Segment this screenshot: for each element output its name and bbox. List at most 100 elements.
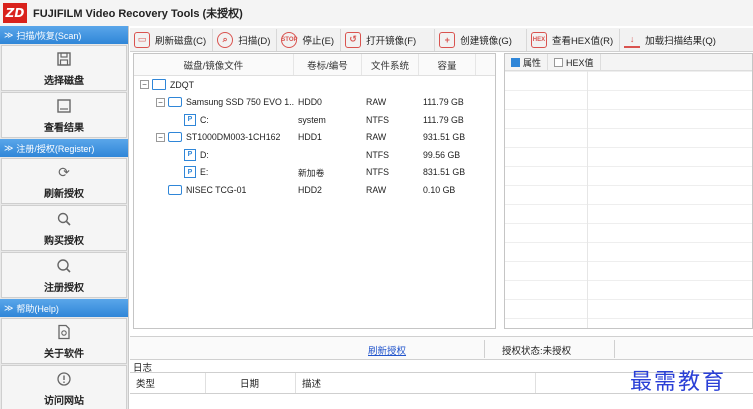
select-disk-button[interactable]: 选择磁盘 <box>1 45 127 91</box>
chevron-down-icon: ≫ <box>4 29 14 40</box>
create-image-button[interactable]: + 创建镜像(G) <box>435 28 527 51</box>
table-row[interactable]: − ZDQT <box>134 76 495 94</box>
toolbar-button-label: 加载扫描结果(Q) <box>645 35 716 47</box>
partition-icon: P <box>184 148 196 161</box>
refresh-icon: ⟳ <box>58 163 70 180</box>
open-image-icon: ↺ <box>345 31 362 48</box>
view-results-button[interactable]: 查看结果 <box>1 92 127 138</box>
row-label: 新加卷 <box>298 167 325 178</box>
title-bar: ZD FUJIFILM Video Recovery Tools (未授权) <box>0 0 753 26</box>
sidebar-item-label: 查看结果 <box>44 123 84 134</box>
row-filesystem: NTFS <box>366 167 389 178</box>
row-name: NISEC TCG-01 <box>186 184 247 195</box>
sidebar-item-label: 刷新授权 <box>44 189 84 200</box>
log-column-date[interactable]: 日期 <box>206 373 296 393</box>
properties-icon <box>511 57 520 67</box>
load-icon: ↓ <box>624 32 641 48</box>
row-filesystem: RAW <box>366 184 387 195</box>
log-table-body[interactable] <box>130 394 753 409</box>
stop-button[interactable]: STOP 停止(E) <box>277 28 342 51</box>
tab-label: 属性 <box>523 57 542 68</box>
tab-properties[interactable]: 属性 <box>505 54 549 70</box>
table-row[interactable]: − Samsung SSD 750 EVO 1... HDD0 RAW 111.7… <box>134 94 495 112</box>
results-icon <box>55 97 73 115</box>
table-row[interactable]: P C: system NTFS 111.79 GB <box>134 111 495 129</box>
create-image-icon: + <box>439 31 456 48</box>
tab-hex[interactable]: HEX值 <box>548 54 601 70</box>
watermark: 最需教育 <box>630 370 727 395</box>
register-license-button[interactable]: 注册授权 <box>1 252 127 298</box>
chevron-down-icon: ≫ <box>4 302 14 313</box>
refresh-license-link[interactable]: 刷新授权 <box>368 343 406 357</box>
save-disk-icon <box>55 50 73 68</box>
computer-icon <box>152 79 166 91</box>
row-label: HDD2 <box>298 184 322 195</box>
disk-tree-table[interactable]: 磁盘/镜像文件 卷标/编号 文件系统 容量 − ZDQT − Samsung SSD… <box>133 53 496 329</box>
sidebar-section-label: 注册/授权(Register) <box>16 143 95 154</box>
column-header-disk[interactable]: 磁盘/镜像文件 <box>134 54 294 75</box>
sidebar-section-register[interactable]: ≫ 注册/授权(Register) <box>0 139 128 157</box>
visit-website-button[interactable]: 访问网站 <box>1 365 127 409</box>
disk-icon <box>168 97 182 108</box>
partition-icon: P <box>184 166 196 179</box>
collapse-icon[interactable]: − <box>156 132 165 142</box>
column-header-label[interactable]: 卷标/编号 <box>294 54 362 75</box>
status-divider <box>484 340 485 358</box>
partition-icon: P <box>184 113 196 126</box>
window-title: FUJIFILM Video Recovery Tools (未授权) <box>33 8 243 20</box>
log-column-description[interactable]: 描述 <box>296 373 536 393</box>
sidebar-section-help[interactable]: ≫ 帮助(Help) <box>0 299 128 317</box>
hex-icon: HEX <box>530 31 547 48</box>
sidebar-item-label: 注册授权 <box>44 283 84 294</box>
search-icon <box>55 257 73 275</box>
collapse-icon[interactable]: − <box>140 80 149 90</box>
tab-label: HEX值 <box>566 57 594 68</box>
sidebar-item-label: 访问网站 <box>44 396 84 407</box>
status-divider <box>614 340 615 358</box>
row-name: ST1000DM003-1CH162 <box>186 132 281 143</box>
row-capacity: 831.51 GB <box>423 167 466 178</box>
row-name: E: <box>200 167 209 178</box>
scan-icon: ⌕ <box>217 31 234 48</box>
table-header: 磁盘/镜像文件 卷标/编号 文件系统 容量 <box>134 54 495 76</box>
disk-icon <box>168 184 182 195</box>
row-name: C: <box>200 114 209 125</box>
toolbar-button-label: 打开镜像(F) <box>366 35 417 47</box>
sidebar-item-label: 关于软件 <box>44 349 84 360</box>
row-name: Samsung SSD 750 EVO 1... <box>186 97 294 108</box>
row-name: ZDQT <box>170 79 194 90</box>
sidebar-item-label: 购买授权 <box>44 236 84 247</box>
scan-button[interactable]: ⌕ 扫描(D) <box>213 28 278 51</box>
open-image-button[interactable]: ↺ 打开镜像(F) <box>341 28 436 51</box>
sidebar-section-scan[interactable]: ≫ 扫描/恢复(Scan) <box>0 26 128 44</box>
column-header-filesystem[interactable]: 文件系统 <box>362 54 419 75</box>
table-row[interactable]: NISEC TCG-01 HDD2 RAW 0.10 GB <box>134 181 495 199</box>
properties-grid[interactable] <box>505 71 752 328</box>
sidebar-item-label: 选择磁盘 <box>44 76 84 87</box>
log-column-type[interactable]: 类型 <box>130 373 206 393</box>
app-logo: ZD <box>3 3 27 23</box>
row-label: HDD0 <box>298 97 322 108</box>
stop-icon: STOP <box>281 31 298 48</box>
toolbar-button-label: 刷新磁盘(C) <box>155 35 207 47</box>
view-hex-button[interactable]: HEX 查看HEX值(R) <box>527 28 621 51</box>
collapse-icon[interactable]: − <box>156 97 165 107</box>
row-capacity: 931.51 GB <box>423 132 466 143</box>
refresh-license-button[interactable]: ⟳ 刷新授权 <box>1 158 127 204</box>
row-capacity: 111.79 GB <box>423 97 464 108</box>
column-header-capacity[interactable]: 容量 <box>419 54 476 75</box>
row-filesystem: NTFS <box>366 149 389 160</box>
toolbar-button-label: 扫描(D) <box>238 35 271 47</box>
table-row[interactable]: P E: 新加卷 NTFS 831.51 GB <box>134 164 495 182</box>
hex-doc-icon <box>554 57 564 67</box>
about-doc-icon <box>55 323 73 341</box>
disk-icon: ▭ <box>134 31 150 48</box>
table-row[interactable]: P D: NTFS 99.56 GB <box>134 146 495 164</box>
load-scan-results-button[interactable]: ↓ 加载扫描结果(Q) <box>620 29 722 51</box>
chevron-down-icon: ≫ <box>4 142 14 153</box>
about-button[interactable]: 关于软件 <box>1 318 127 364</box>
refresh-disk-button[interactable]: ▭ 刷新磁盘(C) <box>130 28 214 51</box>
sidebar-section-label: 帮助(Help) <box>16 303 59 314</box>
table-row[interactable]: − ST1000DM003-1CH162 HDD1 RAW 931.51 GB <box>134 129 495 147</box>
buy-license-button[interactable]: 购买授权 <box>1 205 127 251</box>
